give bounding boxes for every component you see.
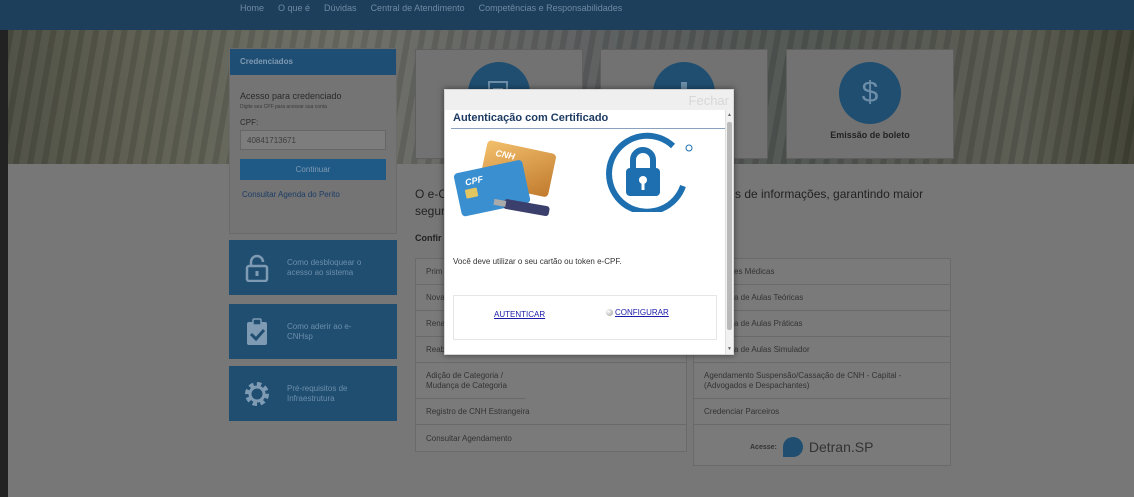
gear-icon — [243, 380, 271, 408]
tile-desbloquear-label: Como desbloquear o acesso ao sistema — [287, 257, 362, 277]
credenciados-hint: Digite seu CPF para acessar sua conta — [240, 104, 327, 110]
nav-item-competencias[interactable]: Competências e Responsabilidades — [479, 3, 623, 13]
scroll-thumb[interactable] — [727, 122, 732, 330]
configurar-label: CONFIGURAR — [615, 308, 669, 317]
modal-message: Você deve utilizar o seu cartão ou token… — [453, 257, 622, 266]
nav-item-duvidas[interactable]: Dúvidas — [324, 3, 357, 13]
modal-actions: AUTENTICAR CONFIGURAR — [453, 295, 717, 340]
intro-left: O e-C — [415, 187, 448, 201]
cpf-input[interactable]: 40841713671 — [240, 130, 386, 150]
left-edge — [0, 0, 8, 497]
cnh-cpf-cards-icon: CNH CPF — [453, 140, 556, 217]
acesse-detran[interactable]: Acesse: Detran.SP — [750, 437, 873, 457]
clipboard-check-icon — [243, 317, 271, 346]
nav-item-central[interactable]: Central de Atendimento — [371, 3, 465, 13]
modal-titlebar: Fechar — [445, 90, 733, 110]
scroll-up-icon[interactable]: ▲ — [727, 112, 732, 118]
cpf-label: CPF: — [240, 118, 259, 127]
list-item[interactable]: Credenciar Parceiros — [694, 399, 950, 425]
list-item[interactable]: Consultar Agendamento — [416, 425, 686, 451]
detran-brand: Detran.SP — [808, 439, 874, 455]
card-emissao-boleto[interactable]: $ Emissão de boleto — [786, 49, 954, 159]
top-navigation: Home O que é Dúvidas Central de Atendime… — [0, 0, 1134, 30]
tile-aderir[interactable]: Como aderir ao e-CNHsp — [229, 304, 397, 359]
list-item[interactable]: Adição de Categoria / Mudança de Categor… — [416, 363, 526, 399]
acesse-label: Acesse: — [750, 443, 777, 451]
certificate-auth-modal: Fechar Autenticação com Certificado CNH … — [444, 89, 734, 355]
continuar-button[interactable]: Continuar — [240, 159, 386, 180]
nav-item-o-que-e[interactable]: O que é — [278, 3, 310, 13]
tile-pre-requisitos[interactable]: Pré-requisitos de Infraestrutura — [229, 366, 397, 421]
tile-aderir-label: Como aderir ao e-CNHsp — [287, 321, 352, 341]
list-item[interactable]: Agendamento Suspensão/Cassação de CNH - … — [694, 363, 950, 399]
lock-icon — [243, 254, 271, 282]
tile-pre-requisitos-label: Pré-requisitos de Infraestrutura — [287, 383, 348, 403]
card-emissao-boleto-label: Emissão de boleto — [830, 130, 910, 140]
credenciados-panel: Credenciados Acesso para credenciado Dig… — [229, 48, 397, 234]
dollar-icon: $ — [839, 62, 901, 124]
intro-right: s de informações, garantindo maior — [735, 187, 924, 201]
configurar-link[interactable]: CONFIGURAR — [606, 308, 669, 317]
detran-logo-icon — [782, 437, 803, 457]
credenciados-title: Acesso para credenciado — [240, 91, 342, 101]
scroll-down-icon[interactable]: ▼ — [727, 346, 732, 352]
section-title: Confir — [415, 233, 442, 243]
tile-desbloquear[interactable]: Como desbloquear o acesso ao sistema — [229, 240, 397, 295]
fechar-button[interactable]: Fechar — [689, 93, 729, 108]
list-item[interactable]: Registro de CNH Estrangeira — [416, 399, 686, 425]
autenticar-link[interactable]: AUTENTICAR — [494, 310, 545, 319]
modal-title: Autenticação com Certificado — [453, 112, 609, 124]
modal-title-divider — [451, 128, 725, 129]
consultar-agenda-link[interactable]: Consultar Agenda do Perito — [242, 190, 396, 199]
modal-scrollbar[interactable]: ▲ ▼ — [725, 110, 733, 354]
intro-left2: segur — [415, 204, 446, 218]
credenciados-header: Credenciados — [230, 49, 396, 75]
nav-item-home[interactable]: Home — [240, 3, 264, 13]
radio-dot-icon — [606, 309, 613, 316]
certificate-lock-icon — [606, 132, 693, 212]
